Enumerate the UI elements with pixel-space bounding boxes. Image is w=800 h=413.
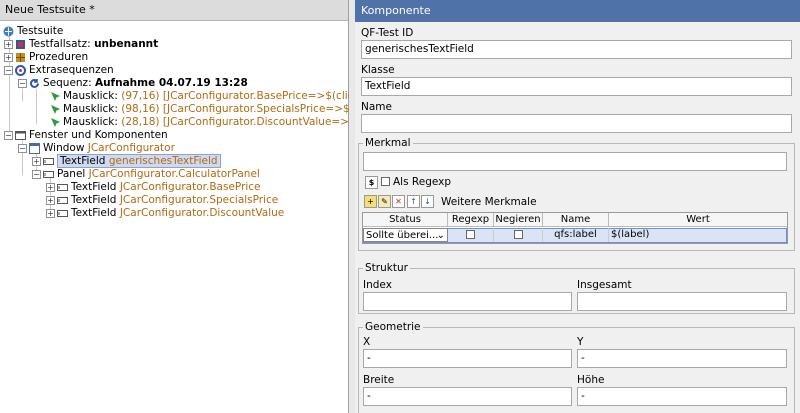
collapse-minus-icon[interactable]: −: [4, 130, 13, 140]
name-label: Name: [361, 101, 392, 113]
tree-pane-title: Neue Testsuite *: [0, 0, 348, 21]
merkmal-legend: Merkmal: [363, 137, 413, 149]
tree-node-sequenz[interactable]: − Sequenz: Aufnahme 04.07.19 13:28: [18, 77, 248, 90]
als-regexp-label: Als Regexp: [393, 176, 452, 188]
collapse-minus-icon[interactable]: −: [18, 143, 27, 153]
expand-plus-icon[interactable]: +: [46, 182, 55, 192]
breite-label: Breite: [363, 374, 395, 386]
expand-plus-icon[interactable]: +: [46, 208, 55, 218]
als-regexp-checkbox[interactable]: [381, 177, 390, 186]
tree-node-mausklick[interactable]: Mausklick: (98,16) [JCarConfigurator.Spe…: [49, 103, 391, 116]
table-header-name[interactable]: Name: [543, 213, 609, 227]
klasse-label: Klasse: [361, 64, 395, 76]
tree-node-panel[interactable]: − Panel JCarConfigurator.CalculatorPanel: [32, 168, 260, 181]
x-field[interactable]: -: [363, 349, 572, 368]
testsuite-icon: [3, 26, 14, 37]
tree-node-prozeduren[interactable]: + Prozeduren: [4, 51, 88, 64]
tree-node-extrasequenzen[interactable]: − Extrasequenzen: [4, 64, 114, 77]
tree-line: [36, 89, 37, 124]
tree-node-textfield[interactable]: + TextField JCarConfigurator.DiscountValu…: [46, 207, 284, 220]
tree-node-selected-textfield[interactable]: + TextField generischesTextField: [32, 154, 221, 168]
breite-field[interactable]: -: [363, 387, 572, 406]
tree-pane: Neue Testsuite * Testsuite + Testfallsatz…: [0, 0, 397, 413]
expand-plus-icon[interactable]: +: [46, 195, 55, 205]
geometrie-legend: Geometrie: [363, 321, 423, 333]
testcase-set-icon: [15, 39, 26, 50]
extras-icon: [15, 64, 26, 76]
procedures-icon: [15, 52, 26, 63]
x-label: X: [363, 336, 371, 348]
tree-line: [22, 89, 23, 101]
struktur-legend: Struktur: [363, 262, 410, 274]
collapse-minus-icon[interactable]: −: [32, 169, 41, 179]
name-field[interactable]: [361, 114, 792, 133]
textfield-icon: [57, 182, 68, 193]
index-label: Index: [363, 279, 392, 291]
table-header-negieren[interactable]: Negieren: [494, 213, 543, 227]
panel-icon: [43, 169, 54, 180]
expand-plus-icon[interactable]: +: [4, 39, 13, 49]
insgesamt-field[interactable]: [577, 292, 787, 311]
weitere-merkmale-label: Weitere Merkmale: [441, 196, 537, 208]
klasse-field[interactable]: TextField: [361, 77, 792, 96]
window-icon: [29, 142, 40, 154]
tree-node-testfallsatz[interactable]: + Testfallsatz: unbenannt: [4, 38, 158, 51]
textfield-icon: [43, 156, 54, 167]
edit-row-icon[interactable]: ✎: [378, 195, 391, 208]
hoehe-field[interactable]: -: [577, 387, 787, 406]
table-header-wert[interactable]: Wert: [609, 213, 787, 227]
table-header-status[interactable]: Status: [363, 213, 448, 227]
negieren-checkbox[interactable]: [513, 229, 523, 239]
expand-plus-icon[interactable]: +: [4, 52, 13, 62]
tree-node-fenster[interactable]: − Fenster und Komponenten: [4, 129, 168, 142]
delete-row-icon[interactable]: ✕: [392, 195, 405, 208]
tree-node-testsuite[interactable]: Testsuite: [3, 25, 63, 38]
table-header-regexp[interactable]: Regexp: [448, 213, 494, 227]
index-field[interactable]: [363, 292, 572, 311]
windows-components-icon: [15, 130, 26, 141]
regexp-dollar-button[interactable]: $: [365, 176, 378, 189]
mouse-click-icon: [49, 104, 60, 115]
detail-pane-title: Komponente: [355, 0, 800, 22]
expand-plus-icon[interactable]: +: [32, 156, 41, 166]
tree-node-textfield[interactable]: + TextField JCarConfigurator.BasePrice: [46, 181, 261, 194]
status-dropdown[interactable]: Sollte überei... ⌄: [363, 228, 448, 242]
qftest-id-field[interactable]: generischesTextField: [361, 40, 792, 59]
move-down-icon[interactable]: ↓: [421, 195, 434, 208]
textfield-icon: [57, 195, 68, 206]
name-cell[interactable]: qfs:label: [543, 228, 609, 242]
chevron-down-icon: ⌄: [436, 230, 445, 241]
negieren-cell[interactable]: [494, 228, 543, 242]
sequence-icon: [29, 78, 40, 89]
regexp-cell[interactable]: [448, 228, 494, 242]
tree-node-mausklick[interactable]: Mausklick: (28,18) [JCarConfigurator.Dis…: [49, 116, 397, 129]
tree-node-mausklick[interactable]: Mausklick: (97,16) [JCarConfigurator.Bas…: [49, 90, 373, 103]
move-up-icon[interactable]: ↑: [407, 195, 420, 208]
qftest-id-label: QF-Test ID: [361, 27, 414, 39]
wert-cell[interactable]: $(label): [609, 228, 787, 242]
collapse-minus-icon[interactable]: −: [4, 65, 13, 75]
mouse-click-icon: [49, 91, 60, 102]
add-row-icon[interactable]: +: [364, 195, 377, 208]
selected-node-label: TextField generischesTextField: [57, 154, 221, 168]
mouse-click-icon: [49, 117, 60, 128]
detail-pane: Komponente QF-Test ID generischesTextFie…: [355, 0, 800, 413]
merkmal-field[interactable]: [363, 152, 787, 171]
regexp-checkbox[interactable]: [466, 229, 475, 239]
hoehe-label: Höhe: [577, 374, 605, 386]
y-label: Y: [577, 336, 584, 348]
merkmale-table: Status Regexp Negieren Name Wert Sollte …: [362, 212, 788, 244]
collapse-minus-icon[interactable]: −: [18, 78, 27, 88]
tree-node-textfield[interactable]: + TextField JCarConfigurator.SpecialsPric…: [46, 194, 278, 207]
textfield-icon: [57, 208, 68, 219]
y-field[interactable]: -: [577, 349, 787, 368]
insgesamt-label: Insgesamt: [577, 279, 632, 291]
